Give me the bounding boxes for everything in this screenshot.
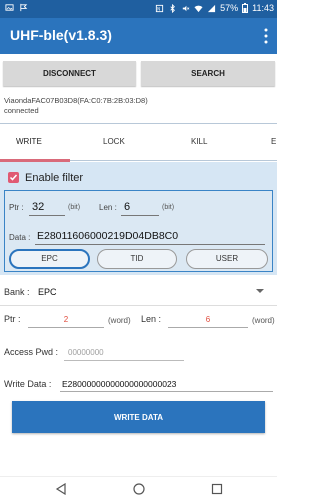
write-len-input[interactable]: 6 (168, 315, 248, 324)
app-title: UHF-ble(v1.8.3) (10, 27, 112, 43)
filter-len-underline (121, 215, 159, 216)
dropdown-arrow-icon[interactable] (256, 289, 264, 293)
filter-data-underline (35, 244, 265, 245)
filter-len-input[interactable]: 6 (124, 201, 130, 213)
battery-percent: 57% (220, 3, 239, 13)
tab-bar: WRITE LOCK KILL E (0, 123, 277, 162)
back-icon[interactable] (55, 483, 67, 495)
write-len-unit: (word) (252, 316, 275, 325)
filter-ptr-label: Ptr : (9, 203, 24, 212)
disconnect-button[interactable]: DISCONNECT (3, 61, 136, 86)
access-pwd-input[interactable]: 00000000 (68, 348, 104, 357)
image-icon (5, 4, 14, 11)
write-len-label: Len : (141, 314, 162, 324)
tab-kill[interactable]: KILL (191, 137, 207, 146)
write-data-underline (60, 391, 273, 392)
write-len-underline (168, 327, 248, 328)
tab-write[interactable]: WRITE (16, 137, 42, 146)
write-ptr-input[interactable]: 2 (28, 315, 104, 324)
device-info: ViaondaFAC07B03D8(FA:C0:7B:2B:03:D8) con… (4, 96, 148, 116)
write-ptr-underline (28, 327, 104, 328)
segment-tid[interactable]: TID (97, 249, 177, 269)
overflow-menu-icon[interactable] (263, 27, 269, 45)
wifi-icon (194, 5, 203, 12)
check-icon (9, 174, 18, 181)
bank-divider (0, 305, 277, 306)
flag-icon (20, 3, 28, 12)
app-bar: UHF-ble(v1.8.3) (0, 18, 277, 54)
tab-lock[interactable]: LOCK (103, 137, 125, 146)
svg-text:N: N (157, 6, 160, 11)
status-bar: N 57% 11:43 (0, 0, 277, 18)
enable-filter-label: Enable filter (25, 172, 84, 184)
bank-label: Bank : (4, 287, 30, 297)
connection-status: connected (4, 106, 39, 115)
filter-len-label: Len : (99, 203, 117, 212)
tab-erase[interactable]: E (271, 137, 276, 146)
enable-filter-checkbox[interactable] (8, 172, 19, 183)
write-ptr-unit: (word) (108, 316, 131, 325)
device-name: ViaondaFAC07B03D8(FA:C0:7B:2B:03:D8) (4, 96, 148, 105)
write-ptr-label: Ptr : (4, 314, 21, 324)
write-data-input[interactable]: E28000000000000000000023 (62, 379, 176, 389)
write-data-button[interactable]: WRITE DATA (12, 401, 265, 433)
access-pwd-underline (64, 360, 184, 361)
filter-ptr-input[interactable]: 32 (32, 201, 44, 213)
bank-select[interactable]: EPC (38, 287, 57, 297)
filter-ptr-unit: (bit) (68, 204, 81, 211)
segment-user[interactable]: USER (186, 249, 268, 269)
nfc-icon: N (156, 4, 164, 12)
signal-icon (208, 4, 216, 12)
segment-epc[interactable]: EPC (9, 249, 90, 269)
filter-ptr-underline (29, 215, 65, 216)
recents-icon[interactable] (211, 483, 223, 495)
bluetooth-icon (170, 3, 176, 13)
access-pwd-label: Access Pwd : (4, 347, 59, 357)
filter-len-unit: (bit) (162, 204, 175, 211)
mute-icon (182, 5, 190, 11)
filter-data-input[interactable]: E28011606000219D04DB8C0 (37, 230, 178, 242)
write-data-label: Write Data : (4, 379, 52, 389)
filter-data-label: Data : (9, 233, 31, 242)
search-button[interactable]: SEARCH (141, 61, 275, 86)
battery-icon (242, 3, 249, 13)
navigation-bar (0, 476, 277, 500)
clock: 11:43 (252, 3, 274, 13)
home-icon[interactable] (133, 483, 145, 495)
